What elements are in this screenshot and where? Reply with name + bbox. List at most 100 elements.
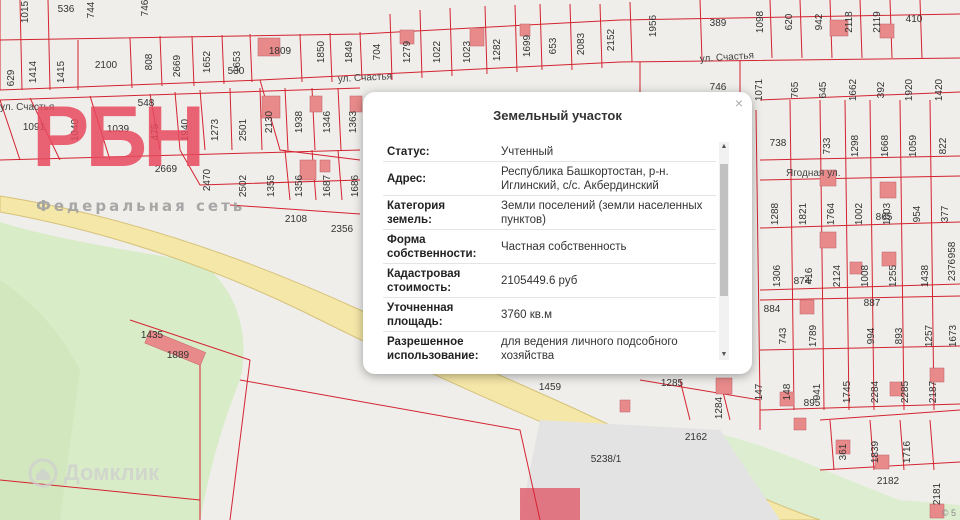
plot-number-label: 2108 — [285, 214, 308, 225]
plot-number-label: 1435 — [141, 330, 164, 341]
plot-number-label: 733 — [822, 137, 833, 154]
plot-number-label: 2187 — [928, 380, 939, 403]
plot-number-label: 1015 — [20, 0, 31, 23]
plot-number-label: 865 — [876, 212, 893, 223]
scroll-thumb[interactable] — [720, 164, 728, 296]
plot-number-label: 147 — [754, 383, 765, 400]
plot-number-label: 1839 — [870, 440, 881, 463]
plot-number-label: 1850 — [316, 40, 327, 63]
property-key: Статус: — [383, 142, 497, 162]
plot-number-label: 1668 — [880, 134, 891, 157]
plot-number-label: 2083 — [576, 32, 587, 55]
plot-number-label: 1809 — [269, 46, 292, 57]
plot-number-label: 1956 — [648, 14, 659, 37]
plot-number-label: 1022 — [432, 40, 443, 63]
plot-number-label: 2356 — [331, 224, 354, 235]
plot-number-label: 653 — [548, 37, 559, 54]
plot-number-label: 1257 — [924, 324, 935, 347]
plot-number-label: 744 — [86, 1, 97, 18]
plot-number-label: 2182 — [877, 476, 900, 487]
plot-number-label: 530 — [228, 66, 245, 77]
plot-number-label: 1023 — [462, 40, 473, 63]
rbn-watermark-subtitle: Федеральная сеть — [36, 197, 246, 215]
plot-number-label: 1687 — [322, 174, 333, 197]
plot-number-label: 389 — [710, 18, 727, 29]
land-plot-popup: Земельный участок × Статус: Учтенный Адр… — [363, 92, 752, 374]
plot-number-label: 822 — [938, 137, 949, 154]
plot-number-label: 1288 — [770, 202, 781, 225]
plot-number-label: 1002 — [854, 202, 865, 225]
plot-number-label: 1356 — [294, 174, 305, 197]
plot-number-label: 895 — [804, 398, 821, 409]
plot-number-label: 1673 — [948, 324, 959, 347]
scroll-up-arrow-icon[interactable]: ▲ — [719, 142, 729, 152]
property-table: Статус: Учтенный Адрес: Республика Башко… — [383, 142, 716, 360]
plot-number-label: 1098 — [755, 10, 766, 33]
plot-number-label: 1662 — [848, 78, 859, 101]
property-value: Частная собственность — [497, 229, 716, 264]
popup-properties[interactable]: Статус: Учтенный Адрес: Республика Башко… — [383, 142, 716, 360]
plot-number-label: 887 — [864, 298, 881, 309]
plot-number-label: 361 — [838, 443, 849, 460]
property-value: Республика Башкортостан, р-н. Иглинский,… — [497, 161, 716, 196]
plot-number-label: 1438 — [920, 264, 931, 287]
property-row-ownership: Форма собственности: Частная собственнос… — [383, 229, 716, 264]
plot-number-label: 808 — [144, 53, 155, 70]
plot-number-label: 536 — [58, 4, 75, 15]
plot-number-label: 1745 — [842, 380, 853, 403]
plot-number-label: 893 — [894, 327, 905, 344]
plot-number-label: 1284 — [714, 396, 725, 419]
property-value: для ведения личного подсобного хозяйства — [497, 331, 716, 360]
plot-number-label: 5238/1 — [591, 454, 622, 465]
plot-number-label: 1346 — [322, 110, 333, 133]
property-key: Адрес: — [383, 161, 497, 196]
plot-number-label: 1889 — [167, 350, 190, 361]
scroll-down-arrow-icon[interactable]: ▼ — [719, 350, 729, 360]
plot-number-label: 1789 — [808, 324, 819, 347]
property-key: Категория земель: — [383, 195, 497, 230]
property-row-cadastral-value: Кадастровая стоимость: 2105449.6 руб — [383, 263, 716, 298]
plot-number-label: 1071 — [754, 78, 765, 101]
property-value: 3760 кв.м — [497, 297, 716, 332]
plot-number-label: 1306 — [772, 264, 783, 287]
property-row-land-category: Категория земель: Земли поселений (земли… — [383, 195, 716, 230]
plot-number-label: 2100 — [95, 60, 118, 71]
plot-number-label: 148 — [782, 383, 793, 400]
plot-number-label: 2119 — [872, 11, 883, 33]
plot-number-label: 1459 — [539, 382, 562, 393]
plot-number-label: 738 — [770, 138, 787, 149]
property-key: Форма собственности: — [383, 229, 497, 264]
plot-number-label: 1363 — [348, 110, 359, 133]
property-value: Учтенный — [497, 142, 716, 162]
plot-number-label: 954 — [912, 205, 923, 222]
close-icon[interactable]: × — [732, 96, 746, 110]
plot-number-label: 1420 — [934, 78, 945, 101]
property-row-permitted-use: Разрешенное использование: для ведения л… — [383, 331, 716, 360]
plot-number-label: 1686 — [350, 174, 361, 197]
plot-number-label: 958 — [947, 241, 958, 258]
plot-number-label: 1920 — [904, 78, 915, 101]
plot-number-label: 994 — [866, 327, 877, 344]
plot-number-label: 2124 — [832, 264, 843, 287]
plot-number-label: 1008 — [860, 264, 871, 287]
plot-number-label: 620 — [784, 13, 795, 30]
plot-number-label: 2376 — [947, 258, 958, 281]
property-key: Разрешенное использование: — [383, 331, 497, 360]
plot-number-label: 2152 — [606, 28, 617, 51]
domclick-watermark: Домклик — [28, 458, 159, 488]
popup-scrollbar[interactable]: ▲ ▼ — [719, 142, 729, 360]
domclick-logo-icon — [28, 458, 58, 488]
plot-number-label: 942 — [814, 13, 825, 30]
plot-number-label: 629 — [6, 69, 17, 86]
plot-number-label: 704 — [372, 43, 383, 60]
plot-number-label: 2285 — [900, 380, 911, 403]
plot-number-label: 2669 — [172, 54, 183, 77]
property-row-area: Уточненная площадь: 3760 кв.м — [383, 297, 716, 332]
plot-number-label: 2162 — [685, 432, 708, 443]
popup-title: Земельный участок — [493, 108, 622, 123]
plot-number-label: 874 — [794, 276, 811, 287]
plot-number-label: 884 — [764, 304, 781, 315]
property-key: Кадастровая стоимость: — [383, 263, 497, 298]
plot-number-label: 2181 — [932, 482, 943, 505]
map-attribution: © 5 — [941, 508, 956, 518]
